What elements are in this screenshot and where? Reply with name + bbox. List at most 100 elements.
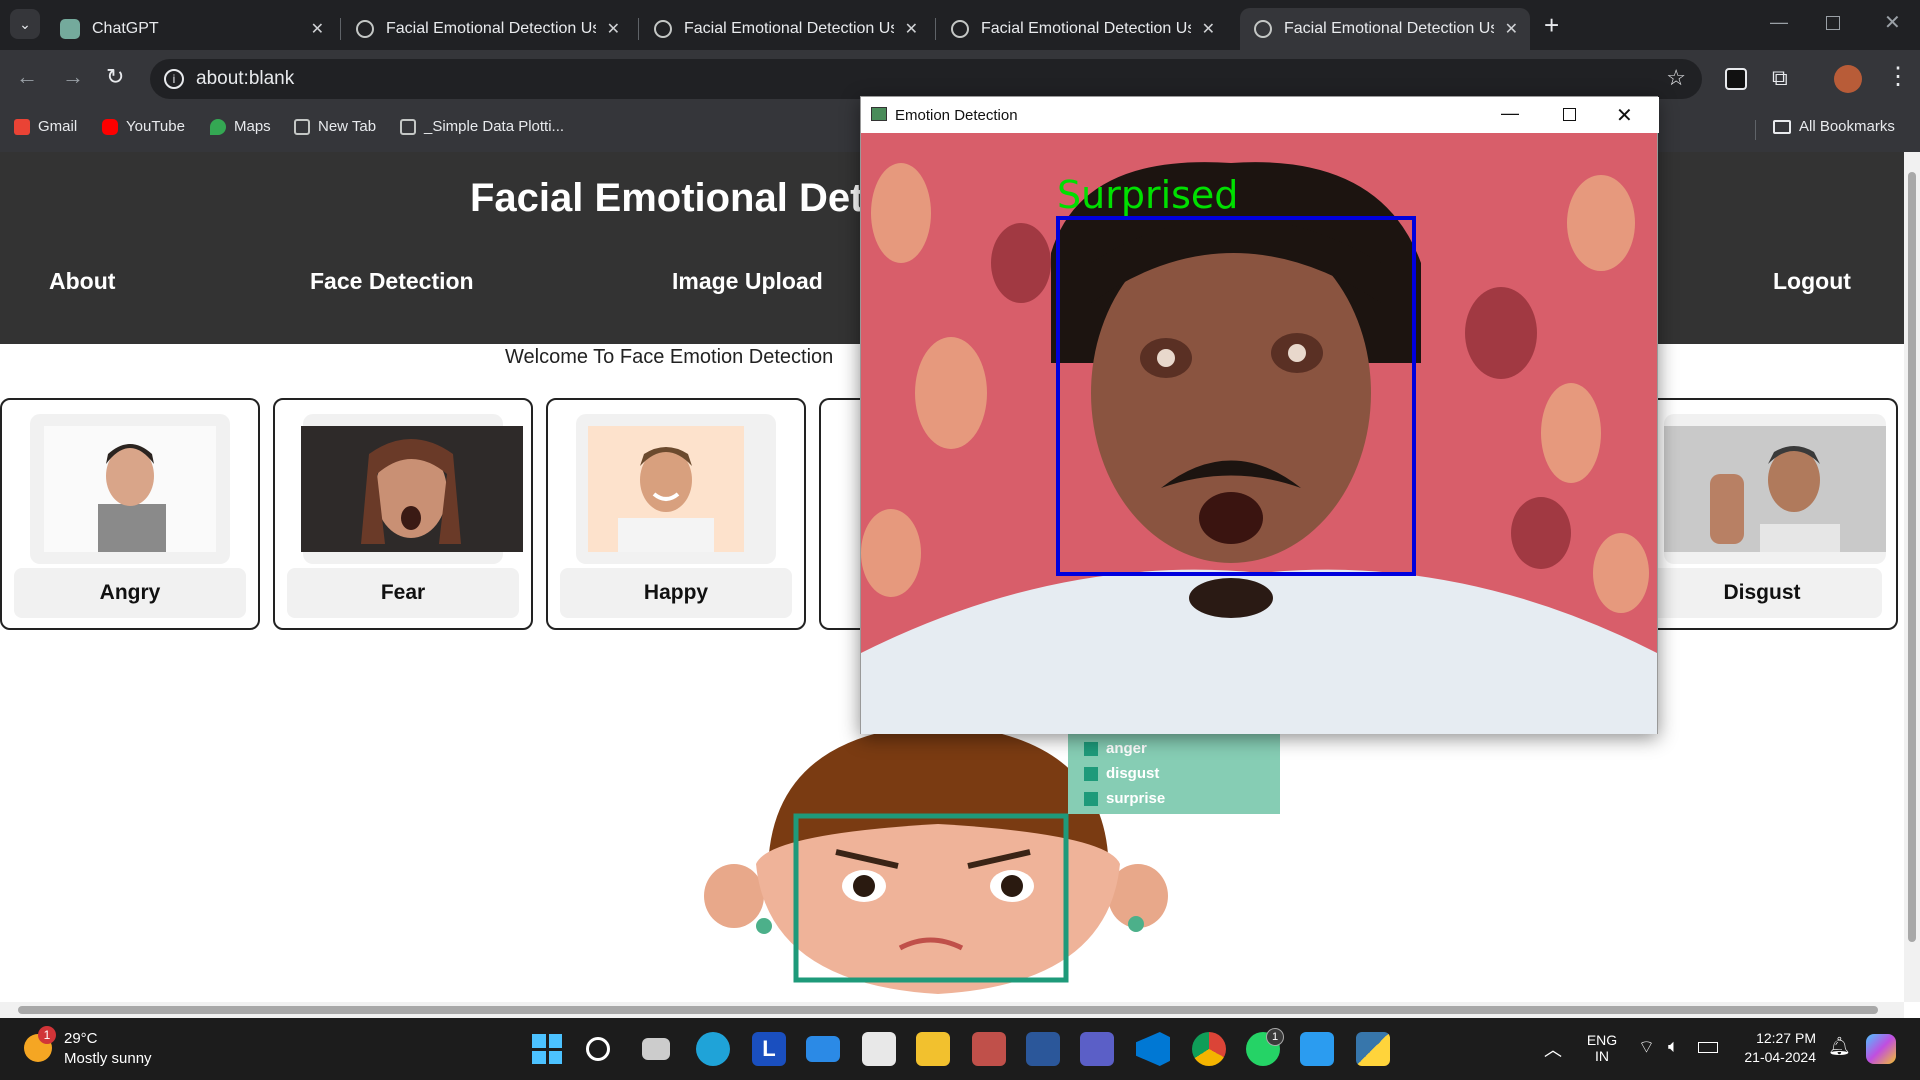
file-explorer-icon[interactable] <box>916 1032 950 1066</box>
youtube-icon <box>102 118 118 135</box>
battery-icon[interactable] <box>1698 1042 1718 1053</box>
address-bar[interactable]: i about:blank ☆ <box>150 59 1702 99</box>
tab-emotion-3[interactable]: Facial Emotional Detection Usi ✕ <box>937 8 1227 50</box>
close-icon[interactable]: ✕ <box>1616 103 1633 128</box>
tab-search-button[interactable]: ⌄ <box>10 9 40 39</box>
search-icon[interactable] <box>586 1037 610 1061</box>
clock[interactable]: 12:27 PM 21-04-2024 <box>1736 1030 1816 1065</box>
emotion-card-angry[interactable]: Angry <box>0 398 260 630</box>
tab-title: ChatGPT <box>92 20 159 37</box>
window-title-bar[interactable]: Emotion Detection — ✕ <box>861 97 1659 133</box>
tab-title: Facial Emotional Detection Usi <box>684 20 894 37</box>
nav-about[interactable]: About <box>49 268 115 295</box>
emotion-label: Surprised <box>1057 173 1239 217</box>
windows-taskbar: 1 29°C Mostly sunny L 1 ︿ ENG IN ⌔ 🔈︎ 12… <box>0 1018 1920 1080</box>
close-icon[interactable]: ✕ <box>1202 19 1215 39</box>
bookmark-new-tab[interactable]: New Tab <box>294 118 376 135</box>
edge-icon[interactable] <box>696 1032 730 1066</box>
vscode-icon[interactable] <box>1136 1032 1170 1066</box>
tab-emotion-4-active[interactable]: Facial Emotional Detection Usi ✕ <box>1240 8 1530 50</box>
wifi-icon[interactable]: ⌔ <box>1638 1036 1655 1059</box>
restore-icon[interactable] <box>1826 16 1840 30</box>
chatgpt-icon <box>60 19 80 39</box>
notification-bell-icon[interactable]: 🔔︎ <box>1828 1036 1851 1057</box>
temperature: 29°C <box>64 1030 98 1047</box>
language-indicator[interactable]: ENG IN <box>1584 1032 1620 1064</box>
horizontal-scrollbar[interactable] <box>0 1002 1904 1018</box>
new-tab-button[interactable]: + <box>1544 10 1559 41</box>
window-app-icon <box>871 107 887 121</box>
legend-item-disgust: disgust <box>1106 765 1160 782</box>
bookmark-gmail[interactable]: Gmail <box>14 118 77 135</box>
address-text: about:blank <box>196 68 295 89</box>
disgust-face-image <box>1664 414 1886 564</box>
nav-logout[interactable]: Logout <box>1773 268 1851 295</box>
minimize-icon[interactable]: — <box>1501 103 1519 124</box>
weather-condition: Mostly sunny <box>64 1050 152 1067</box>
emotion-card-happy[interactable]: Happy <box>546 398 806 630</box>
angry-face-image <box>30 414 230 564</box>
tab-title: Facial Emotional Detection Usi <box>386 20 596 37</box>
emotion-card-fear[interactable]: Fear <box>273 398 533 630</box>
bookmark-maps[interactable]: Maps <box>210 118 271 135</box>
browser-tab-bar: ⌄ ChatGPT ✕ Facial Emotional Detection U… <box>0 0 1920 50</box>
tab-title: Facial Emotional Detection Usi <box>981 20 1191 37</box>
emotion-detection-window[interactable]: Emotion Detection — ✕ Surprised <box>860 96 1659 734</box>
welcome-text: Welcome To Face Emotion Detection <box>505 346 834 368</box>
tab-emotion-2[interactable]: Facial Emotional Detection Usi ✕ <box>640 8 930 50</box>
python-icon[interactable] <box>1356 1032 1390 1066</box>
legend-item-anger: anger <box>1106 740 1147 757</box>
bookmark-youtube[interactable]: YouTube <box>102 118 185 135</box>
close-window-icon[interactable]: ✕ <box>1884 10 1901 35</box>
card-label: Disgust <box>1642 568 1882 618</box>
reload-icon[interactable]: ↻ <box>106 64 124 90</box>
mail-icon[interactable] <box>806 1036 840 1062</box>
star-icon[interactable]: ☆ <box>1666 65 1686 91</box>
chrome-icon[interactable] <box>1192 1032 1226 1066</box>
paint-app-icon[interactable] <box>972 1032 1006 1066</box>
start-icon[interactable] <box>530 1032 564 1066</box>
clock-time: 12:27 PM <box>1756 1030 1816 1046</box>
site-info-icon[interactable]: i <box>164 69 184 89</box>
store-icon[interactable] <box>862 1032 896 1066</box>
folder-icon <box>1773 119 1791 134</box>
tab-emotion-1[interactable]: Facial Emotional Detection Usi ✕ <box>342 8 632 50</box>
tab-title: Facial Emotional Detection Usi <box>1284 20 1494 37</box>
weather-widget[interactable]: 1 29°C Mostly sunny <box>24 1026 194 1070</box>
all-bookmarks[interactable]: All Bookmarks <box>1773 118 1895 135</box>
avatar[interactable] <box>1834 65 1862 93</box>
close-icon[interactable]: ✕ <box>905 19 918 39</box>
extension-icon[interactable] <box>1725 68 1747 90</box>
teams-icon[interactable] <box>1080 1032 1114 1066</box>
l-app-icon[interactable]: L <box>752 1032 786 1066</box>
extensions-puzzle-icon[interactable]: ⧉ <box>1772 65 1788 91</box>
close-icon[interactable]: ✕ <box>311 19 324 39</box>
bookmark-simple-data-plotting[interactable]: _Simple Data Plotti... <box>400 118 564 135</box>
menu-icon[interactable]: ⋮ <box>1886 62 1910 91</box>
close-icon[interactable]: ✕ <box>1505 19 1518 39</box>
card-label: Happy <box>560 568 792 618</box>
close-icon[interactable]: ✕ <box>607 19 620 39</box>
card-label: Angry <box>14 568 246 618</box>
forward-icon[interactable]: → <box>62 64 84 90</box>
webcam-frame: Surprised <box>861 133 1657 734</box>
task-view-icon[interactable] <box>642 1038 670 1060</box>
fear-face-image <box>301 414 523 564</box>
maximize-icon[interactable] <box>1563 108 1576 121</box>
globe-icon <box>654 20 672 38</box>
maps-icon <box>210 118 226 135</box>
volume-icon[interactable]: 🔈︎ <box>1668 1036 1679 1057</box>
emotion-card-disgust[interactable]: Disgust <box>1640 398 1898 630</box>
word-icon[interactable] <box>1026 1032 1060 1066</box>
window-title: Emotion Detection <box>895 106 1018 124</box>
minimize-icon[interactable]: — <box>1770 12 1788 33</box>
nav-face-detection[interactable]: Face Detection <box>310 268 474 295</box>
copilot-icon[interactable] <box>1866 1034 1896 1064</box>
tab-chatgpt[interactable]: ChatGPT ✕ <box>46 8 336 50</box>
nav-image-upload[interactable]: Image Upload <box>672 268 823 295</box>
photos-icon[interactable] <box>1300 1032 1334 1066</box>
back-icon[interactable]: ← <box>16 64 38 90</box>
chevron-up-icon[interactable]: ︿ <box>1544 1036 1562 1062</box>
card-label: Fear <box>287 568 519 618</box>
vertical-scrollbar[interactable] <box>1904 152 1920 1002</box>
